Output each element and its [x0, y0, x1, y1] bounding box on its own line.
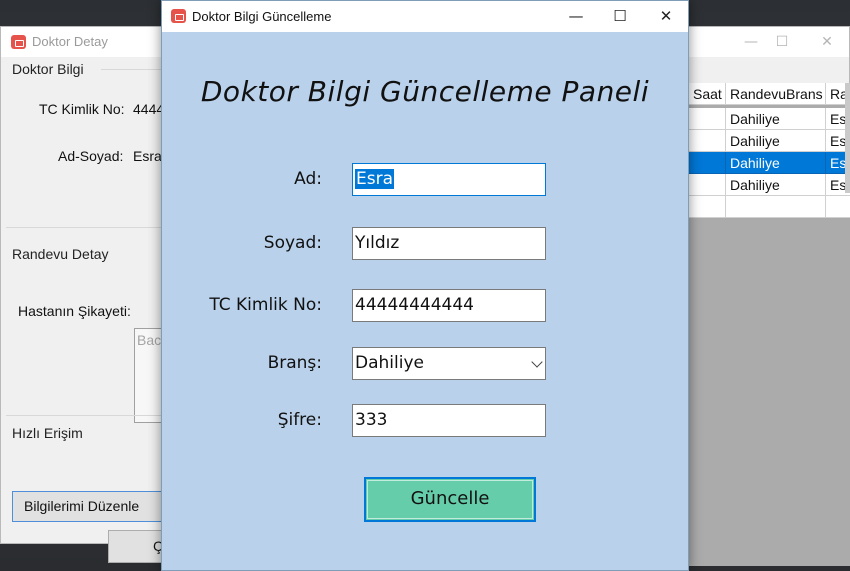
- group-doktor-bilgi: Doktor Bilgi: [12, 61, 84, 77]
- table-row[interactable]: Dahiliye Esr: [689, 130, 850, 152]
- brans-select[interactable]: Dahiliye: [352, 347, 546, 380]
- name-value: Esra: [133, 148, 162, 164]
- soyad-input[interactable]: Yıldız: [352, 227, 546, 260]
- group-divider: [101, 69, 163, 70]
- soyad-label: Soyad:: [263, 233, 322, 253]
- minimize-icon[interactable]: —: [558, 5, 594, 27]
- grid-header-cell[interactable]: RandevuBrans: [726, 83, 826, 105]
- minimize-icon[interactable]: —: [736, 31, 766, 53]
- maximize-icon[interactable]: ☐: [602, 5, 638, 27]
- grid-cell[interactable]: Dahiliye: [726, 174, 826, 196]
- window-title: Doktor Detay: [32, 34, 108, 49]
- sifre-label: Şifre:: [277, 410, 322, 430]
- grid-cell[interactable]: [689, 108, 726, 130]
- group-divider: [6, 227, 163, 228]
- complaint-label: Hastanın Şikayeti:: [18, 303, 131, 319]
- brans-label: Branş:: [267, 353, 322, 373]
- grid-header-cell[interactable]: Saat: [689, 83, 726, 105]
- tc-input-value: 44444444444: [355, 295, 474, 315]
- table-row[interactable]: Dahiliye Esr: [689, 108, 850, 130]
- ad-label: Ad:: [294, 169, 322, 189]
- grid-cell[interactable]: [689, 152, 726, 174]
- app-icon: [11, 35, 26, 49]
- window-title: Doktor Bilgi Güncelleme: [192, 9, 332, 24]
- grid-scrollbar[interactable]: [845, 83, 850, 193]
- tc-label: TC Kimlik No:: [39, 101, 125, 117]
- close-icon[interactable]: ✕: [812, 31, 842, 53]
- grid-cell[interactable]: Dahiliye: [726, 130, 826, 152]
- close-icon[interactable]: ✕: [648, 5, 684, 27]
- group-randevu-detay: Randevu Detay: [12, 246, 109, 262]
- tc-label: TC Kimlik No:: [209, 295, 322, 315]
- edit-info-button-label: Bilgilerimi Düzenle: [24, 498, 140, 514]
- grid-cell[interactable]: [689, 130, 726, 152]
- table-row-selected[interactable]: Dahiliye Esr: [689, 152, 850, 174]
- sifre-input[interactable]: 333: [352, 404, 546, 437]
- table-row[interactable]: Dahiliye Esr: [689, 174, 850, 196]
- ad-input-value: Esra: [355, 169, 395, 189]
- chevron-down-icon[interactable]: [531, 356, 543, 368]
- grid-header-row: Saat RandevuBrans Ran: [689, 83, 850, 105]
- guncelleme-titlebar[interactable]: Doktor Bilgi Güncelleme — ☐ ✕: [162, 1, 688, 32]
- table-row-new[interactable]: [689, 196, 850, 218]
- panel-title: Doktor Bilgi Güncelleme Paneli: [200, 75, 650, 108]
- edit-info-button[interactable]: Bilgilerimi Düzenle: [12, 491, 172, 522]
- sifre-input-value: 333: [355, 410, 388, 430]
- update-button[interactable]: Güncelle: [364, 477, 536, 522]
- maximize-icon[interactable]: ☐: [767, 31, 797, 53]
- group-hizli-erisim: Hızlı Erişim: [12, 425, 83, 441]
- grid-cell[interactable]: [689, 196, 726, 218]
- tc-input[interactable]: 44444444444: [352, 289, 546, 322]
- soyad-input-value: Yıldız: [355, 233, 400, 253]
- grid-cell[interactable]: Dahiliye: [726, 108, 826, 130]
- grid-cell[interactable]: Dahiliye: [726, 152, 826, 174]
- update-button-label: Güncelle: [410, 488, 490, 509]
- exit-button[interactable]: Ç: [108, 530, 168, 563]
- ad-input[interactable]: Esra: [352, 163, 546, 196]
- tc-value: 4444: [133, 101, 165, 117]
- grid-cell[interactable]: [726, 196, 826, 218]
- app-icon: [171, 9, 186, 23]
- grid-cell[interactable]: [826, 196, 850, 218]
- name-label: Ad-Soyad:: [58, 148, 124, 164]
- group-divider: [6, 415, 163, 416]
- appointments-grid[interactable]: Saat RandevuBrans Ran Dahiliye Esr Dahil…: [689, 83, 850, 566]
- grid-cell[interactable]: [689, 174, 726, 196]
- doktor-bilgi-guncelleme-window: Doktor Bilgi Güncelleme — ☐ ✕ Doktor Bil…: [161, 0, 689, 571]
- brans-select-value: Dahiliye: [355, 353, 424, 373]
